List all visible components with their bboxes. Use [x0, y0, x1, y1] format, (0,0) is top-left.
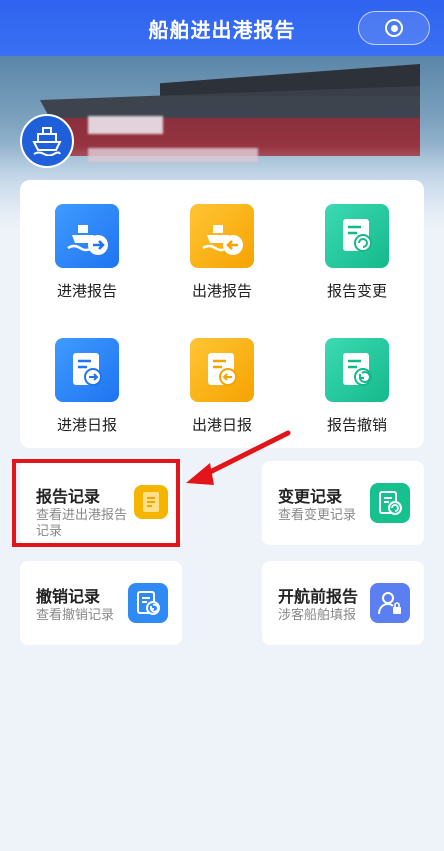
red-arrow-annotation — [186, 430, 291, 485]
revoke-records-card[interactable]: 撤销记录 查看撤销记录 — [20, 561, 182, 645]
document-refresh-icon — [370, 483, 410, 523]
page-title: 船舶进出港报告 — [148, 19, 296, 42]
ship-arrow-left-icon — [190, 204, 254, 268]
grid-item-label: 出港报告 — [191, 283, 252, 300]
document-arrow-right-icon — [55, 338, 119, 402]
ship-info-redacted — [88, 148, 258, 162]
highlight-box — [12, 459, 180, 547]
function-grid: 进港报告 出港报告 报告变更 进港日报 出港日报 报告撤销 — [20, 180, 424, 448]
grid-item-label: 进港报告 — [56, 283, 117, 300]
grid-item-label: 报告撤销 — [326, 417, 387, 434]
grid-item-inbound-report[interactable]: 进港报告 — [20, 180, 154, 314]
grid-item-inbound-daily[interactable]: 进港日报 — [20, 314, 154, 448]
card-subtitle: 查看变更记录 — [278, 507, 357, 522]
grid-item-report-change[interactable]: 报告变更 — [290, 180, 424, 314]
mini-program-menu-button[interactable] — [358, 11, 430, 45]
ship-arrow-right-icon — [55, 204, 119, 268]
target-icon — [385, 19, 403, 37]
grid-item-report-revoke[interactable]: 报告撤销 — [290, 314, 424, 448]
document-undo-icon — [325, 338, 389, 402]
ship-avatar — [20, 114, 74, 168]
grid-item-outbound-report[interactable]: 出港报告 — [155, 180, 289, 314]
document-undo-icon — [128, 583, 168, 623]
top-bar: 船舶进出港报告 — [0, 0, 444, 56]
grid-item-label: 进港日报 — [56, 417, 117, 434]
pre-departure-report-card[interactable]: 开航前报告 涉客船舶填报 — [262, 561, 424, 645]
grid-item-label: 报告变更 — [326, 283, 387, 300]
card-title: 开航前报告 — [278, 589, 359, 606]
card-title: 撤销记录 — [36, 589, 101, 606]
document-refresh-icon — [325, 204, 389, 268]
card-subtitle: 涉客船舶填报 — [278, 607, 357, 622]
document-arrow-left-icon — [190, 338, 254, 402]
ship-name-redacted — [88, 116, 163, 134]
person-lock-icon — [370, 583, 410, 623]
ship-icon — [32, 127, 62, 156]
